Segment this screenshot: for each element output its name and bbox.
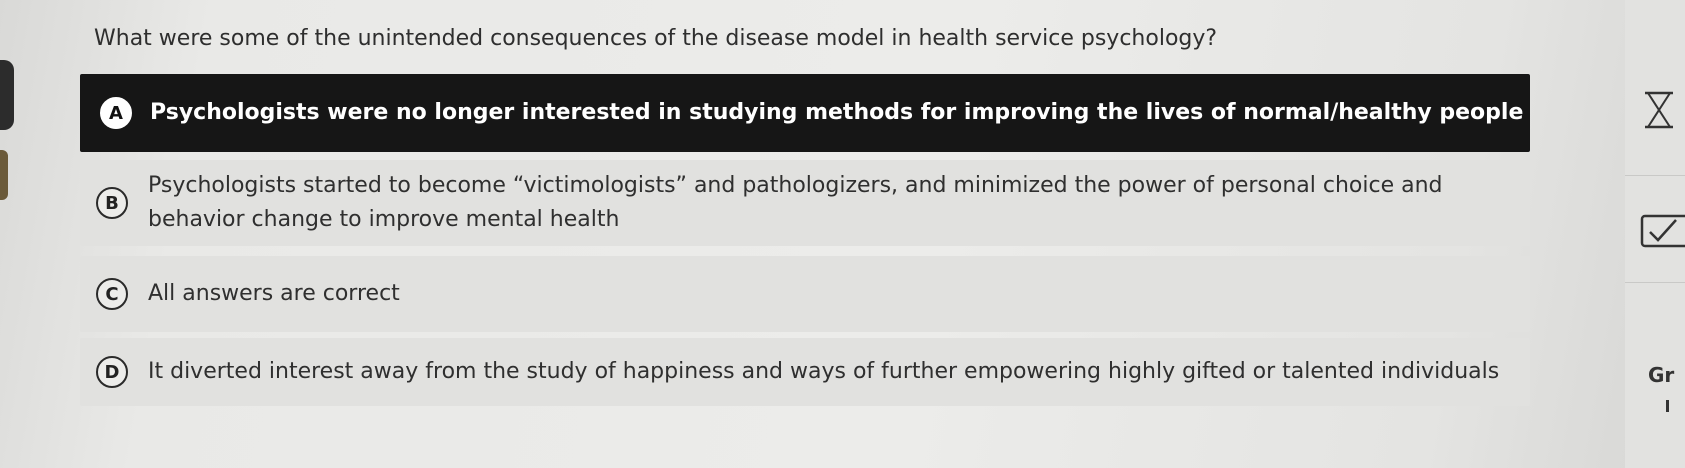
answer-option-b[interactable]: B Psychologists started to become “victi…: [80, 160, 1530, 246]
option-text-b-line2: behavior change to improve mental health: [148, 207, 620, 232]
answer-option-c[interactable]: C All answers are correct: [80, 256, 1530, 332]
option-letter-c: C: [96, 278, 128, 310]
question-text: What were some of the unintended consequ…: [94, 26, 1218, 51]
option-text-c: All answers are correct: [148, 281, 400, 306]
option-letter-b: B: [96, 187, 128, 219]
option-text-d: It diverted interest away from the study…: [148, 359, 1500, 384]
partial-sidebar-label: Gr: [1648, 363, 1675, 387]
option-text-b-line1: Psychologists started to become “victimo…: [148, 173, 1443, 198]
quiz-page: What were some of the unintended consequ…: [0, 0, 1685, 468]
option-letter-a: A: [100, 97, 132, 129]
sidebar-partial-mark: [1666, 400, 1669, 412]
sidebar-divider: [1625, 282, 1685, 283]
left-edge-object: [0, 150, 8, 200]
option-text-a: Psychologists were no longer interested …: [150, 100, 1524, 125]
left-edge-shadow: [0, 60, 14, 130]
hourglass-icon[interactable]: [1643, 90, 1683, 130]
option-letter-d: D: [96, 356, 128, 388]
answer-option-d[interactable]: D It diverted interest away from the stu…: [80, 338, 1530, 406]
checkbox-icon[interactable]: [1640, 212, 1685, 252]
answer-option-a[interactable]: A Psychologists were no longer intereste…: [80, 74, 1530, 152]
option-text-b: Psychologists started to become “victimo…: [148, 169, 1443, 237]
sidebar-divider: [1625, 175, 1685, 176]
